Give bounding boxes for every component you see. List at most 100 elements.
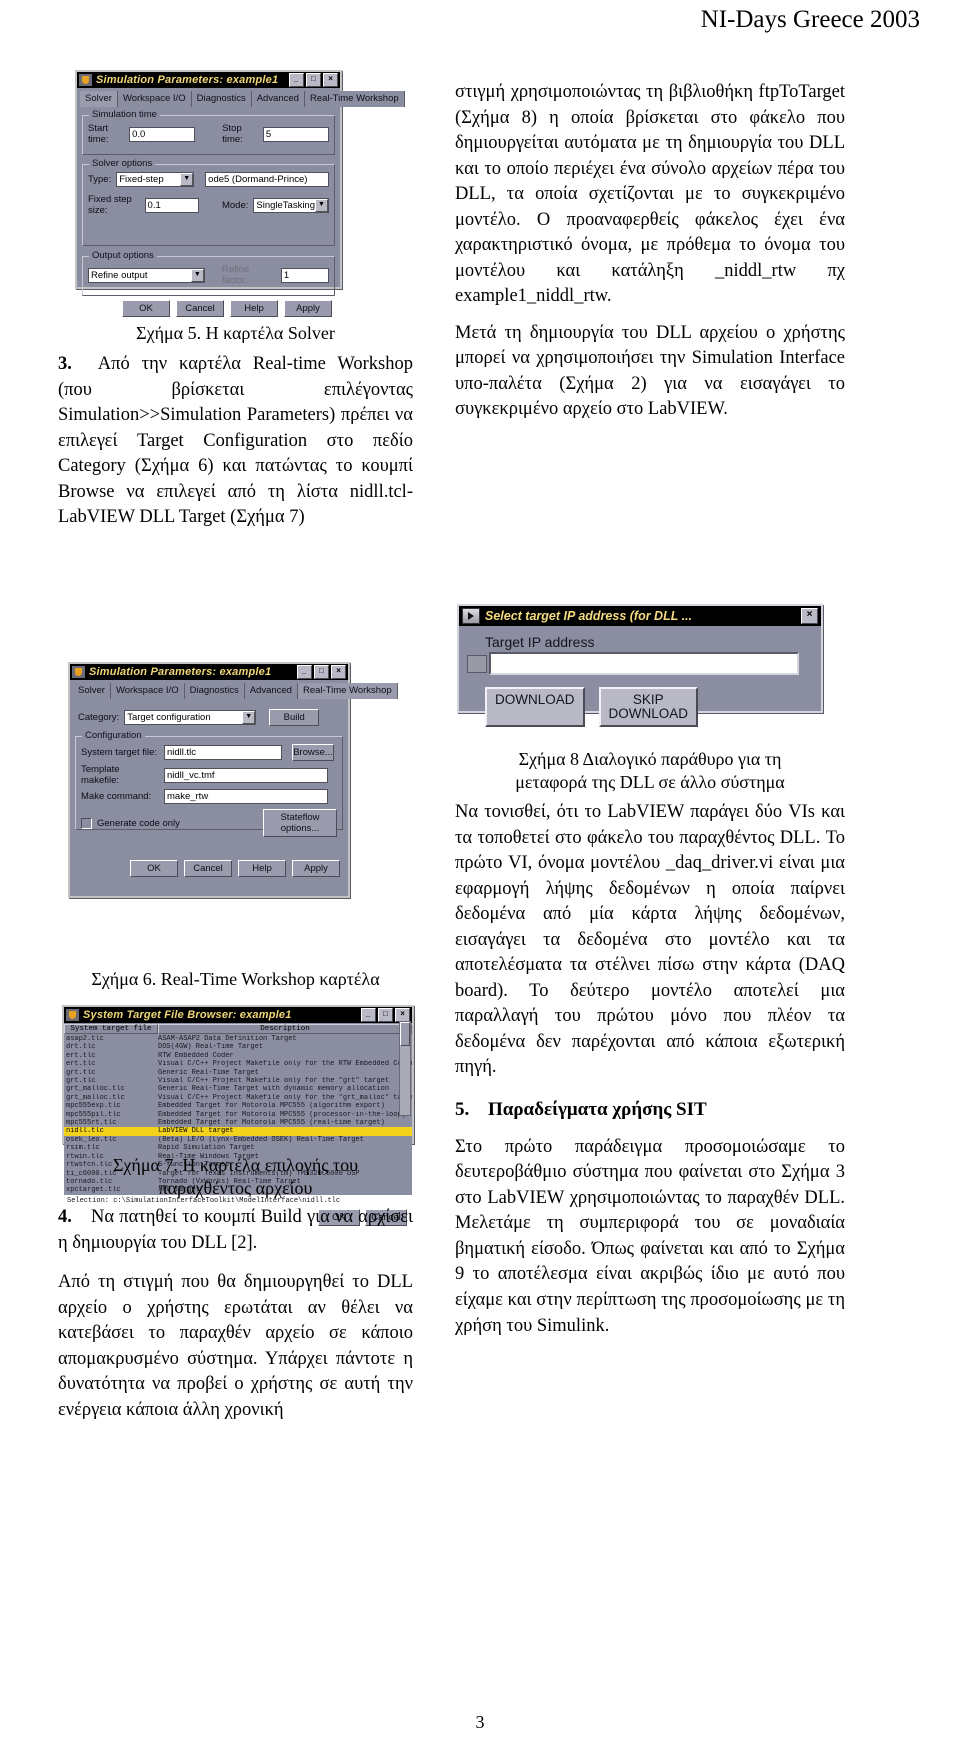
table-row[interactable]: asap2.tlc ASAM-ASAP2 Data Definition Targ… bbox=[64, 1035, 412, 1043]
generate-code-only-checkbox[interactable] bbox=[81, 817, 92, 829]
make-command-input[interactable]: make_rtw bbox=[164, 789, 328, 804]
tab-strip[interactable]: Solver Workspace I/O Diagnostics Advance… bbox=[77, 88, 405, 107]
fixed-step-size-input[interactable]: 0.1 bbox=[144, 197, 199, 213]
titlebar: Simulation Parameters: example1 _ □ × bbox=[77, 72, 340, 88]
apply-button[interactable]: Apply bbox=[284, 300, 332, 317]
ok-button[interactable]: OK bbox=[130, 860, 178, 877]
build-button[interactable]: Build bbox=[269, 709, 320, 726]
output-options-value: Refine output bbox=[91, 269, 148, 281]
table-row[interactable]: nidll.tlc LabVIEW DLL target bbox=[64, 1127, 412, 1136]
solver-method-select[interactable]: ode5 (Dormand-Prince) bbox=[205, 172, 329, 187]
solver-type-value: Fixed-step bbox=[119, 174, 164, 185]
target-file-description: DOS(4GW) Real-Time Target bbox=[158, 1043, 264, 1052]
template-makefile-input[interactable]: nidll_vc.tmf bbox=[164, 767, 328, 783]
tab-solver[interactable]: Solver bbox=[73, 683, 111, 699]
stateflow-options-button[interactable]: Stateflow options... bbox=[263, 809, 337, 837]
table-row[interactable]: drt.tlc DOS(4GW) Real-Time Target bbox=[64, 1043, 412, 1051]
target-file-name: grt.tlc bbox=[66, 1077, 96, 1086]
category-select[interactable]: Target configuration ▼ bbox=[124, 710, 257, 725]
chevron-down-icon[interactable]: ▼ bbox=[315, 198, 328, 212]
tab-advanced[interactable]: Advanced bbox=[251, 91, 305, 107]
mode-label: Mode: bbox=[221, 199, 249, 211]
tab-strip[interactable]: Solver Workspace I/O Diagnostics Advance… bbox=[70, 680, 398, 699]
close-icon[interactable]: × bbox=[323, 73, 338, 87]
table-row[interactable]: grt.tlc Visual C/C++ Project Makefile onl… bbox=[64, 1077, 412, 1085]
target-ip-input[interactable] bbox=[489, 652, 799, 675]
item-4-text: Να πατηθεί το κουμπί Build για να αρχίσε… bbox=[58, 1207, 413, 1253]
maximize-icon[interactable]: □ bbox=[378, 1008, 393, 1022]
target-file-name: grt.tlc bbox=[66, 1068, 96, 1077]
vertical-scrollbar[interactable] bbox=[399, 1021, 411, 1116]
target-file-name: asap2.tlc bbox=[66, 1035, 104, 1043]
close-icon[interactable]: × bbox=[395, 1008, 410, 1022]
close-icon[interactable]: × bbox=[801, 608, 818, 624]
left-column: 3. Από την καρτέλα Real-time Workshop (π… bbox=[58, 352, 413, 542]
tab-workspace-io[interactable]: Workspace I/O bbox=[110, 683, 185, 699]
simulation-parameters-solver-dialog[interactable]: Simulation Parameters: example1 _ □ × So… bbox=[75, 70, 405, 317]
system-target-file-input[interactable]: nidll.tlc bbox=[164, 745, 282, 760]
tab-diagnostics[interactable]: Diagnostics bbox=[191, 91, 252, 107]
tab-real-time-workshop[interactable]: Real-Time Workshop bbox=[297, 683, 398, 699]
chevron-down-icon[interactable]: ▼ bbox=[242, 711, 256, 724]
tab-real-time-workshop[interactable]: Real-Time Workshop bbox=[304, 91, 405, 107]
solver-type-select[interactable]: Fixed-step ▼ bbox=[116, 172, 195, 187]
table-row[interactable]: rsim.tlc Rapid Simulation Target bbox=[64, 1144, 412, 1152]
cancel-button[interactable]: Cancel bbox=[184, 860, 232, 877]
maximize-icon[interactable]: □ bbox=[314, 665, 329, 679]
scrollbar-thumb[interactable] bbox=[400, 1022, 410, 1046]
start-time-label: Start time: bbox=[88, 123, 109, 145]
stop-time-input[interactable]: 5 bbox=[262, 126, 329, 142]
table-row[interactable]: mpc555pil.tlc Embedded Target for Motorol… bbox=[64, 1111, 412, 1119]
select-target-ip-dialog[interactable]: Select target IP address (for DLL ... × … bbox=[457, 604, 823, 728]
target-file-name: ert.tlc bbox=[66, 1060, 96, 1069]
minimize-icon[interactable]: _ bbox=[297, 665, 312, 679]
target-file-description: Rapid Simulation Target bbox=[158, 1144, 255, 1153]
apply-button[interactable]: Apply bbox=[292, 860, 340, 877]
tab-advanced[interactable]: Advanced bbox=[244, 683, 298, 699]
table-row[interactable]: mpc555exp.tlc Embedded Target for Motorol… bbox=[64, 1102, 412, 1110]
tab-workspace-io[interactable]: Workspace I/O bbox=[117, 91, 192, 107]
table-row[interactable]: grt.tlc Generic Real-Time Target bbox=[64, 1069, 412, 1077]
target-file-name: grt_malloc.tlc bbox=[66, 1085, 125, 1094]
maximize-icon[interactable]: □ bbox=[306, 73, 321, 87]
figure-8-caption-line2: μεταφορά της DLL σε άλλο σύστημα bbox=[515, 772, 785, 793]
ok-button[interactable]: OK bbox=[122, 300, 170, 317]
target-file-description: (Beta) LE/O (Lynx-Embedded OSEK) Real-Ti… bbox=[158, 1135, 364, 1144]
chevron-down-icon[interactable]: ▼ bbox=[180, 173, 194, 186]
figure-7-caption-line2: παραχθέντος αρχείου bbox=[158, 1178, 313, 1199]
system-target-file-browser[interactable]: System Target File Browser: example1 _ □… bbox=[62, 1005, 414, 1226]
target-file-name: grt_malloc.tlc bbox=[66, 1093, 125, 1102]
minimize-icon[interactable]: _ bbox=[289, 73, 304, 87]
page-header: NI-Days Greece 2003 bbox=[700, 6, 920, 33]
minimize-icon[interactable]: _ bbox=[361, 1008, 376, 1022]
table-row[interactable]: osek_leo.tlc (Beta) LE/O (Lynx-Embedded O… bbox=[64, 1136, 412, 1144]
refine-factor-input[interactable]: 1 bbox=[280, 267, 330, 283]
table-row[interactable]: ert.tlc Visual C/C++ Project Makefile onl… bbox=[64, 1060, 412, 1068]
table-row[interactable]: grt_malloc.tlc Visual C/C++ Project Makef… bbox=[64, 1094, 412, 1102]
table-row[interactable]: mpc555rt.tlc Embedded Target for Motorola… bbox=[64, 1119, 412, 1127]
cancel-button[interactable]: Cancel bbox=[176, 300, 224, 317]
dialog-button-row: OK Cancel Help Apply bbox=[77, 296, 340, 323]
target-file-description: Embedded Target for Motorola MPC555 (alg… bbox=[158, 1102, 385, 1111]
close-icon[interactable]: × bbox=[331, 665, 346, 679]
skip-download-button[interactable]: SKIP DOWNLOAD bbox=[598, 687, 699, 728]
tab-solver[interactable]: Solver bbox=[80, 91, 118, 107]
target-file-description: ASAM-ASAP2 Data Definition Target bbox=[158, 1035, 297, 1043]
download-button[interactable]: DOWNLOAD bbox=[485, 687, 585, 728]
category-value: Target configuration bbox=[127, 712, 211, 723]
group-label-solver-options: Solver options bbox=[89, 158, 156, 169]
dialog-title: Simulation Parameters: example1 bbox=[96, 74, 279, 86]
dialog-title: Simulation Parameters: example1 bbox=[89, 666, 272, 678]
mode-select[interactable]: SingleTasking ▼ bbox=[253, 197, 329, 213]
output-options-select[interactable]: Refine output ▼ bbox=[88, 267, 205, 283]
table-row[interactable]: ert.tlc RTW Embedded Coder bbox=[64, 1052, 412, 1060]
table-row[interactable]: grt_malloc.tlc Generic Real-Time Target w… bbox=[64, 1085, 412, 1093]
help-button[interactable]: Help bbox=[238, 860, 286, 877]
simulation-parameters-rtw-dialog[interactable]: Simulation Parameters: example1 _ □ × So… bbox=[68, 662, 398, 898]
browse-button[interactable]: Browse... bbox=[292, 744, 334, 761]
tab-diagnostics[interactable]: Diagnostics bbox=[184, 683, 245, 699]
right-paragraph-3: Να τονισθεί, ότι το LabVIEW παράγει δύο … bbox=[455, 802, 845, 1078]
start-time-input[interactable]: 0.0 bbox=[129, 126, 196, 142]
help-button[interactable]: Help bbox=[230, 300, 278, 317]
chevron-down-icon[interactable]: ▼ bbox=[190, 268, 204, 282]
